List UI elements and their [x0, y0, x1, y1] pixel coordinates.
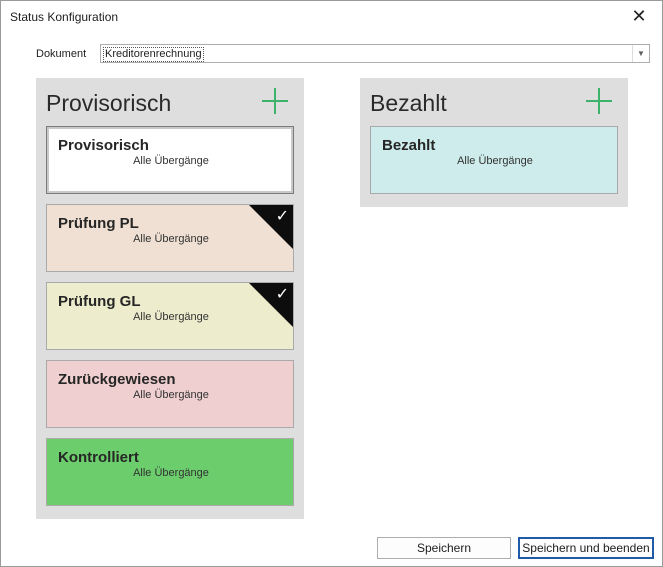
- title-bar: Status Konfiguration ✕: [1, 1, 662, 31]
- card-title: Bezahlt: [382, 137, 436, 154]
- column-title: Bezahlt: [370, 90, 447, 116]
- checkmark-icon: ✓: [275, 284, 289, 303]
- close-button[interactable]: ✕: [616, 1, 662, 31]
- dialog-window: Status Konfiguration ✕ Dokument Kreditor…: [0, 0, 663, 567]
- card-title: Zurückgewiesen: [58, 371, 176, 388]
- document-label: Dokument: [36, 48, 87, 60]
- save-button[interactable]: Speichern: [377, 537, 511, 559]
- chevron-down-icon[interactable]: ▼: [632, 45, 649, 62]
- document-select[interactable]: Kreditorenrechnung ▼: [100, 44, 650, 63]
- card-subtitle: Alle Übergänge: [457, 155, 533, 167]
- status-card-provisorisch[interactable]: Provisorisch Alle Übergänge: [46, 126, 294, 194]
- status-card-bezahlt[interactable]: Bezahlt Alle Übergänge: [370, 126, 618, 194]
- card-title: Provisorisch: [58, 137, 149, 154]
- column-provisorisch: Provisorisch Provisorisch Alle Übergänge…: [36, 78, 304, 519]
- column-title: Provisorisch: [46, 90, 172, 116]
- add-status-plus-icon[interactable]: [262, 88, 288, 114]
- status-card-pruefung-gl[interactable]: Prüfung GL Alle Übergänge ✓: [46, 282, 294, 350]
- card-subtitle: Alle Übergänge: [133, 155, 209, 167]
- status-card-pruefung-pl[interactable]: Prüfung PL Alle Übergänge ✓: [46, 204, 294, 272]
- checkmark-icon: ✓: [275, 206, 289, 225]
- save-and-close-button[interactable]: Speichern und beenden: [518, 537, 654, 559]
- card-title: Kontrolliert: [58, 449, 139, 466]
- card-subtitle: Alle Übergänge: [133, 389, 209, 401]
- window-title: Status Konfiguration: [10, 10, 119, 24]
- card-subtitle: Alle Übergänge: [133, 467, 209, 479]
- column-bezahlt: Bezahlt Bezahlt Alle Übergänge: [360, 78, 628, 207]
- card-title: Prüfung PL: [58, 215, 139, 232]
- status-card-zurueckgewiesen[interactable]: Zurückgewiesen Alle Übergänge: [46, 360, 294, 428]
- card-title: Prüfung GL: [58, 293, 141, 310]
- add-status-plus-icon[interactable]: [586, 88, 612, 114]
- document-select-value: Kreditorenrechnung: [103, 47, 204, 62]
- status-card-kontrolliert[interactable]: Kontrolliert Alle Übergänge: [46, 438, 294, 506]
- close-icon: ✕: [631, 6, 647, 26]
